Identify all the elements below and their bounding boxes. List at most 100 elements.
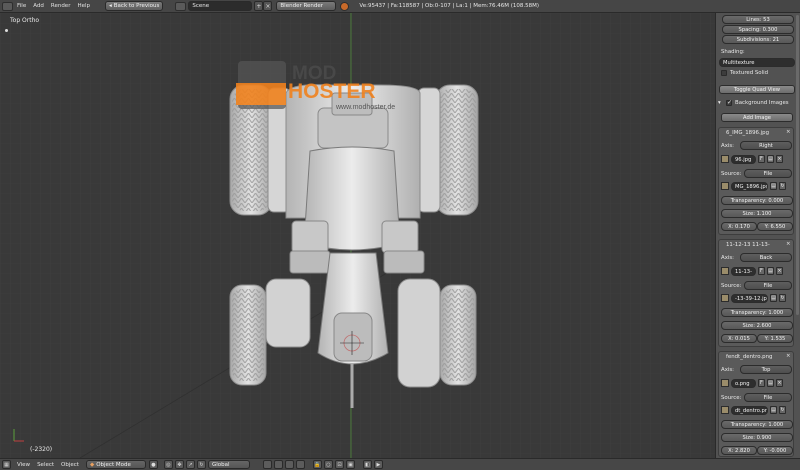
bg-image-2-close-icon[interactable]: × xyxy=(786,241,791,247)
viewport-shading-icon[interactable]: ● xyxy=(148,460,158,469)
bg-image-1-size[interactable]: Size: 1.100 xyxy=(721,209,793,218)
bg-image-1-browse-icon[interactable]: ▤ xyxy=(770,182,777,190)
editor-type-icon[interactable]: ▦ xyxy=(2,460,11,469)
textured-solid-checkbox[interactable] xyxy=(721,70,727,76)
bg-image-1-fake-user[interactable]: F xyxy=(758,155,765,163)
layer-4-icon[interactable] xyxy=(295,460,305,469)
snap-element-icon[interactable]: ▣ xyxy=(345,460,355,469)
back-to-previous-button[interactable]: ◂ Back to Previous xyxy=(105,1,164,11)
bg-image-3-open-icon[interactable]: ▤ xyxy=(767,379,774,387)
lock-icon[interactable]: 🔒 xyxy=(312,460,322,469)
bg-image-2-browse-icon[interactable]: ▤ xyxy=(770,294,777,302)
render-engine-dropdown[interactable]: Blender Render xyxy=(276,1,337,11)
object-mode-dropdown[interactable]: ◆ Object Mode xyxy=(85,460,146,469)
bg-image-3-reload-icon[interactable]: ↻ xyxy=(779,406,786,414)
bg-image-3-source-dropdown[interactable]: File xyxy=(744,393,792,402)
panel-scrollbar[interactable] xyxy=(796,15,799,315)
bg-image-1-reload-icon[interactable]: ↻ xyxy=(779,182,786,190)
rear-right-outer-tyre[interactable] xyxy=(439,284,477,386)
bg-image-2-fake-user[interactable]: F xyxy=(758,267,765,275)
pivot-point-icon[interactable]: ◎ xyxy=(163,460,173,469)
3d-viewport[interactable]: MOD HOSTER www.modhoster.de Top Ortho (-… xyxy=(0,13,715,458)
shading-dropdown[interactable]: Multitexture xyxy=(719,58,795,67)
bg-image-1-transparency[interactable]: Transparency: 0.000 xyxy=(721,196,793,205)
bg-image-2-y[interactable]: Y: 1.535 xyxy=(757,334,793,343)
bg-image-3-y[interactable]: Y: -0.000 xyxy=(757,446,793,455)
grid-subdivisions-field[interactable]: Subdivisions: 21 xyxy=(722,35,794,44)
menu-file[interactable]: File xyxy=(17,3,26,9)
menu-render[interactable]: Render xyxy=(51,3,71,9)
render-preview-icon[interactable]: ◧ xyxy=(362,460,372,469)
snap-icon[interactable]: ⊡ xyxy=(334,460,344,469)
blender-logo-icon xyxy=(340,1,350,11)
bg-image-2-name[interactable]: 11-12-13 11-13- xyxy=(726,242,770,248)
background-images-checkbox[interactable] xyxy=(726,99,732,106)
bg-image-1-file-field[interactable]: 96.jpg xyxy=(731,155,756,164)
bg-image-2-thumbnail[interactable] xyxy=(721,267,729,275)
scene-field[interactable]: Scene xyxy=(188,1,253,11)
bg-image-3-size[interactable]: Size: 0.900 xyxy=(721,433,793,442)
background-images-collapse-icon[interactable]: ▾ xyxy=(718,100,721,106)
bg-image-1-open-icon[interactable]: ▤ xyxy=(767,155,774,163)
bg-image-3-fake-user[interactable]: F xyxy=(758,379,765,387)
transform-orientation-dropdown[interactable]: Global xyxy=(207,460,250,469)
menu-view[interactable]: View xyxy=(17,462,30,468)
bg-image-2-file-field[interactable]: 11-13- xyxy=(731,267,756,276)
manipulator-toggle-icon[interactable]: ✥ xyxy=(174,460,184,469)
bg-image-2-open-icon[interactable]: ▤ xyxy=(767,267,774,275)
bg-image-3-file-field[interactable]: o.png xyxy=(731,379,756,388)
bg-image-3-x[interactable]: X: 2.820 xyxy=(721,446,757,455)
bg-image-1-close-icon[interactable]: × xyxy=(786,129,791,135)
bg-image-2-path-field[interactable]: -13-39-12.jpg xyxy=(731,294,768,303)
bg-image-3-thumbnail[interactable] xyxy=(721,379,729,387)
bg-image-2-axis-dropdown[interactable]: Back xyxy=(740,253,792,262)
layer-1-icon[interactable] xyxy=(262,460,272,469)
layer-2-icon[interactable] xyxy=(273,460,283,469)
bg-image-2-unlink-icon[interactable]: × xyxy=(776,267,783,275)
bg-image-1-thumbnail[interactable] xyxy=(721,155,729,163)
add-image-button[interactable]: Add Image xyxy=(721,113,793,122)
front-right-tyre[interactable] xyxy=(435,84,479,216)
rear-left-outer-tyre[interactable] xyxy=(229,284,267,386)
bg-image-3-name[interactable]: fendt_dentro.png xyxy=(726,354,772,360)
translate-manipulator-icon[interactable]: ↗ xyxy=(185,460,195,469)
bg-image-1-axis-dropdown[interactable]: Right xyxy=(740,141,792,150)
rotate-manipulator-icon[interactable]: ↻ xyxy=(196,460,206,469)
bg-image-1-x[interactable]: X: 0.170 xyxy=(721,222,757,231)
bg-image-1-source-dropdown[interactable]: File xyxy=(744,169,792,178)
toggle-quad-view-button[interactable]: Toggle Quad View xyxy=(719,85,795,94)
bg-image-1-unlink-icon[interactable]: × xyxy=(776,155,783,163)
grid-lines-field[interactable]: Lines: 53 xyxy=(722,15,794,24)
layer-3-icon[interactable] xyxy=(284,460,294,469)
bg-image-2-size[interactable]: Size: 2.600 xyxy=(721,321,793,330)
bg-image-1-y[interactable]: Y: 6.550 xyxy=(757,222,793,231)
menu-select[interactable]: Select xyxy=(37,462,54,468)
bg-image-3-unlink-icon[interactable]: × xyxy=(776,379,783,387)
bg-image-2-x[interactable]: X: 0.015 xyxy=(721,334,757,343)
menu-add[interactable]: Add xyxy=(33,3,44,9)
grid-spacing-field[interactable]: Spacing: 0.300 xyxy=(722,25,794,34)
bg-image-1-name[interactable]: 6_IMG_1896.jpg xyxy=(726,130,769,136)
bg-image-3-axis-dropdown[interactable]: Top xyxy=(740,365,792,374)
bg-image-3-browse-icon[interactable]: ▤ xyxy=(770,406,777,414)
menu-help[interactable]: Help xyxy=(77,3,90,9)
proportional-edit-icon[interactable]: ○ xyxy=(323,460,333,469)
rear-right-inner-tyre[interactable] xyxy=(397,278,441,388)
scene-close-icon[interactable]: × xyxy=(263,1,273,11)
bg-image-3-path-field[interactable]: dt_dentro.png xyxy=(731,406,768,415)
bg-image-2-source-label: Source: xyxy=(721,283,742,289)
bg-image-2-reload-icon[interactable]: ↻ xyxy=(779,294,786,302)
rear-left-inner-tyre[interactable] xyxy=(265,278,311,348)
bg-image-1-path-field[interactable]: MG_1896.jpg xyxy=(731,182,768,191)
bg-image-2-source-dropdown[interactable]: File xyxy=(744,281,792,290)
menu-object[interactable]: Object xyxy=(61,462,79,468)
bg-image-1-axis-label: Axis: xyxy=(721,143,735,149)
render-animation-icon[interactable]: ▶ xyxy=(373,460,383,469)
editor-type-icon[interactable] xyxy=(2,1,13,11)
scene-add-icon[interactable]: + xyxy=(254,1,264,11)
bg-image-3-transparency[interactable]: Transparency: 1.000 xyxy=(721,420,793,429)
bg-image-3-close-icon[interactable]: × xyxy=(786,353,791,359)
back-to-previous-label: Back to Previous xyxy=(113,3,160,9)
back-icon: ◂ xyxy=(109,3,112,9)
bg-image-2-transparency[interactable]: Transparency: 1.000 xyxy=(721,308,793,317)
